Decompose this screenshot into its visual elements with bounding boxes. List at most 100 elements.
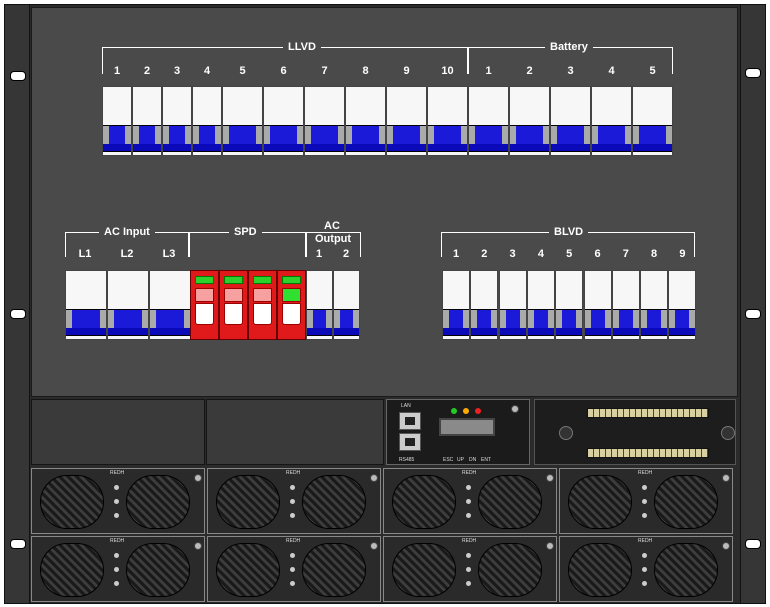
spd-status-indicator	[195, 288, 214, 302]
blvd-breaker-3[interactable]	[498, 270, 527, 340]
blvd-position-label: 3	[509, 248, 516, 260]
blvd-breaker-9[interactable]	[668, 270, 697, 340]
blvd-breaker-8-base	[641, 328, 668, 336]
rectifier-latch-screw[interactable]	[722, 542, 730, 550]
llvd-breaker-4[interactable]	[192, 86, 222, 156]
ac-output-breaker-2-handle[interactable]	[334, 309, 359, 329]
blvd-breaker-9-handle[interactable]	[669, 309, 696, 329]
llvd-breaker-6[interactable]	[263, 86, 304, 156]
ac-input-breaker-L3[interactable]	[149, 270, 191, 340]
blvd-breaker-8-handle[interactable]	[641, 309, 668, 329]
blvd-breaker-1-base	[443, 328, 469, 336]
ac-output-label-line1: AC	[319, 220, 345, 232]
ac-input-breaker-L1[interactable]	[65, 270, 107, 340]
up-key[interactable]: UP	[457, 457, 464, 463]
battery-breaker-2-handle[interactable]	[510, 125, 549, 145]
down-key[interactable]: DN	[469, 457, 476, 463]
llvd-breaker-1[interactable]	[102, 86, 132, 156]
llvd-breaker-4-handle[interactable]	[193, 125, 221, 145]
battery-breaker-4[interactable]	[591, 86, 632, 156]
llvd-breaker-5-handle[interactable]	[223, 125, 262, 145]
llvd-breaker-8-handle[interactable]	[346, 125, 385, 145]
llvd-breaker-2-base	[133, 144, 161, 152]
llvd-breaker-7-handle[interactable]	[305, 125, 344, 145]
llvd-breaker-7[interactable]	[304, 86, 345, 156]
ac-output-breaker-1[interactable]	[306, 270, 333, 340]
monitoring-controller[interactable]: LAN RS485 ESC UP DN ENT	[386, 399, 530, 465]
rs485-port[interactable]	[399, 433, 421, 451]
terminal-block-bottom	[587, 448, 709, 458]
rectifier-module[interactable]: REDH	[383, 468, 557, 534]
rectifier-latch-screw[interactable]	[194, 474, 202, 482]
llvd-breaker-5[interactable]	[222, 86, 263, 156]
ac-output-breaker-2[interactable]	[333, 270, 360, 340]
rectifier-module[interactable]: REDH	[31, 536, 205, 602]
llvd-breaker-1-handle[interactable]	[103, 125, 131, 145]
rectifier-led-icon	[290, 485, 295, 490]
llvd-breaker-3-handle[interactable]	[163, 125, 191, 145]
rectifier-latch-screw[interactable]	[722, 474, 730, 482]
llvd-position-label: 2	[143, 65, 151, 77]
blvd-breaker-7[interactable]	[611, 270, 640, 340]
blvd-breaker-2-handle[interactable]	[471, 309, 498, 329]
battery-breaker-2[interactable]	[509, 86, 550, 156]
blvd-breaker-3-handle[interactable]	[499, 309, 526, 329]
llvd-breaker-9[interactable]	[386, 86, 427, 156]
battery-breaker-5[interactable]	[632, 86, 673, 156]
blvd-breaker-1-handle[interactable]	[443, 309, 469, 329]
blvd-breaker-6[interactable]	[583, 270, 612, 340]
rectifier-led-icon	[114, 567, 119, 572]
lan-port[interactable]	[399, 412, 421, 430]
llvd-breaker-2-handle[interactable]	[133, 125, 161, 145]
spd-status-indicator	[224, 288, 243, 302]
llvd-breaker-6-handle[interactable]	[264, 125, 303, 145]
enter-key[interactable]: ENT	[481, 457, 491, 463]
rectifier-latch-screw[interactable]	[546, 474, 554, 482]
battery-breaker-4-handle[interactable]	[592, 125, 631, 145]
battery-breaker-1-handle[interactable]	[469, 125, 508, 145]
blvd-position-label: 2	[481, 248, 488, 260]
blvd-breaker-4[interactable]	[526, 270, 555, 340]
llvd-breaker-10[interactable]	[427, 86, 468, 156]
rectifier-brand-label: REDH	[286, 470, 301, 476]
blvd-breaker-5-handle[interactable]	[556, 309, 583, 329]
rectifier-led-icon	[466, 499, 471, 504]
ac-input-breaker-L1-handle[interactable]	[66, 309, 106, 329]
battery-breaker-4-base	[592, 144, 631, 152]
llvd-breaker-9-handle[interactable]	[387, 125, 426, 145]
rectifier-module[interactable]: REDH	[207, 536, 381, 602]
blvd-breaker-5[interactable]	[555, 270, 584, 340]
blvd-breaker-8[interactable]	[640, 270, 669, 340]
blvd-breaker-4-handle[interactable]	[527, 309, 554, 329]
battery-breaker-5-handle[interactable]	[633, 125, 672, 145]
blvd-breaker-2[interactable]	[470, 270, 499, 340]
rectifier-led-icon	[466, 485, 471, 490]
battery-breaker-3-handle[interactable]	[551, 125, 590, 145]
rectifier-module[interactable]: REDH	[207, 468, 381, 534]
blvd-breaker-7-handle[interactable]	[612, 309, 639, 329]
llvd-breaker-8[interactable]	[345, 86, 386, 156]
rectifier-brand-label: REDH	[110, 538, 125, 544]
ac-input-breaker-L2-handle[interactable]	[108, 309, 148, 329]
llvd-breaker-2[interactable]	[132, 86, 162, 156]
blvd-breaker-6-handle[interactable]	[584, 309, 611, 329]
battery-breaker-3[interactable]	[550, 86, 591, 156]
rectifier-latch-screw[interactable]	[370, 542, 378, 550]
blvd-breaker-2-base	[471, 328, 498, 336]
rectifier-led-icon	[642, 553, 647, 558]
rectifier-latch-screw[interactable]	[370, 474, 378, 482]
llvd-breaker-3[interactable]	[162, 86, 192, 156]
rectifier-module[interactable]: REDH	[383, 536, 557, 602]
rectifier-module[interactable]: REDH	[559, 468, 733, 534]
blvd-breaker-1[interactable]	[442, 270, 470, 340]
llvd-breaker-10-handle[interactable]	[428, 125, 467, 145]
battery-breaker-1[interactable]	[468, 86, 509, 156]
rectifier-latch-screw[interactable]	[546, 542, 554, 550]
rectifier-module[interactable]: REDH	[31, 468, 205, 534]
ac-input-breaker-L3-handle[interactable]	[150, 309, 190, 329]
esc-key[interactable]: ESC	[443, 457, 453, 463]
rectifier-module[interactable]: REDH	[559, 536, 733, 602]
ac-output-breaker-1-handle[interactable]	[307, 309, 332, 329]
rectifier-latch-screw[interactable]	[194, 542, 202, 550]
ac-input-breaker-L2[interactable]	[107, 270, 149, 340]
